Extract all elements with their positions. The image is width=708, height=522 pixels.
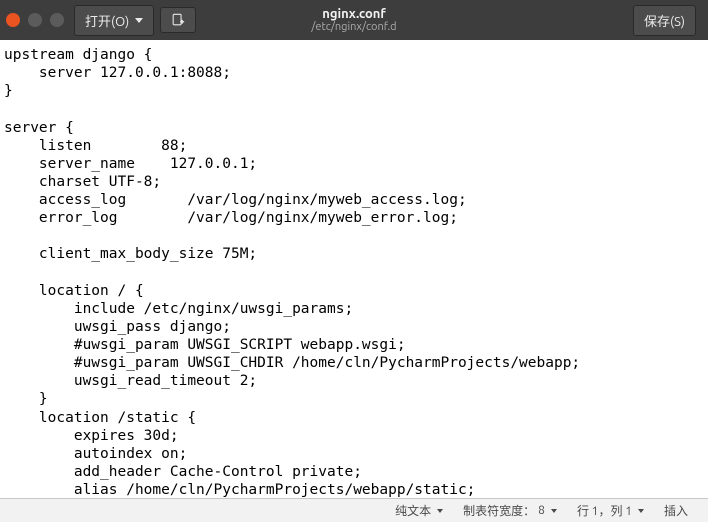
open-button-label: 打开(O) bbox=[85, 11, 129, 30]
maximize-icon[interactable] bbox=[50, 13, 64, 27]
window-title: nginx.conf bbox=[311, 7, 396, 21]
chevron-down-icon bbox=[437, 509, 443, 513]
tabwidth-value: 8 bbox=[538, 504, 545, 517]
chevron-down-icon bbox=[638, 509, 644, 513]
title-center: nginx.conf /etc/nginx/conf.d bbox=[311, 7, 396, 33]
syntax-selector[interactable]: 纯文本 bbox=[395, 502, 443, 519]
chevron-down-icon bbox=[551, 509, 557, 513]
window-subtitle: /etc/nginx/conf.d bbox=[311, 21, 396, 33]
syntax-label: 纯文本 bbox=[395, 502, 431, 519]
new-document-icon bbox=[171, 13, 185, 27]
save-button[interactable]: 保存(S) bbox=[633, 5, 696, 36]
close-icon[interactable] bbox=[6, 13, 20, 27]
mode-label: 插入 bbox=[664, 502, 688, 519]
cursor-position[interactable]: 行 1，列 1 bbox=[577, 502, 644, 519]
window-controls bbox=[6, 13, 64, 27]
cursor-label: 行 1，列 1 bbox=[577, 502, 632, 519]
tabwidth-label: 制表符宽度： bbox=[463, 502, 535, 519]
minimize-icon[interactable] bbox=[28, 13, 42, 27]
tabwidth-selector[interactable]: 制表符宽度： 8 bbox=[463, 502, 557, 519]
save-button-label: 保存(S) bbox=[644, 11, 685, 30]
insert-mode[interactable]: 插入 bbox=[664, 502, 688, 519]
titlebar: 打开(O) nginx.conf /etc/nginx/conf.d 保存(S) bbox=[0, 0, 708, 40]
statusbar: 纯文本 制表符宽度： 8 行 1，列 1 插入 bbox=[0, 498, 708, 522]
new-tab-button[interactable] bbox=[160, 7, 196, 33]
editor-area[interactable]: upstream django { server 127.0.0.1:8088;… bbox=[0, 40, 708, 498]
chevron-down-icon bbox=[135, 18, 143, 23]
open-button[interactable]: 打开(O) bbox=[74, 5, 154, 36]
